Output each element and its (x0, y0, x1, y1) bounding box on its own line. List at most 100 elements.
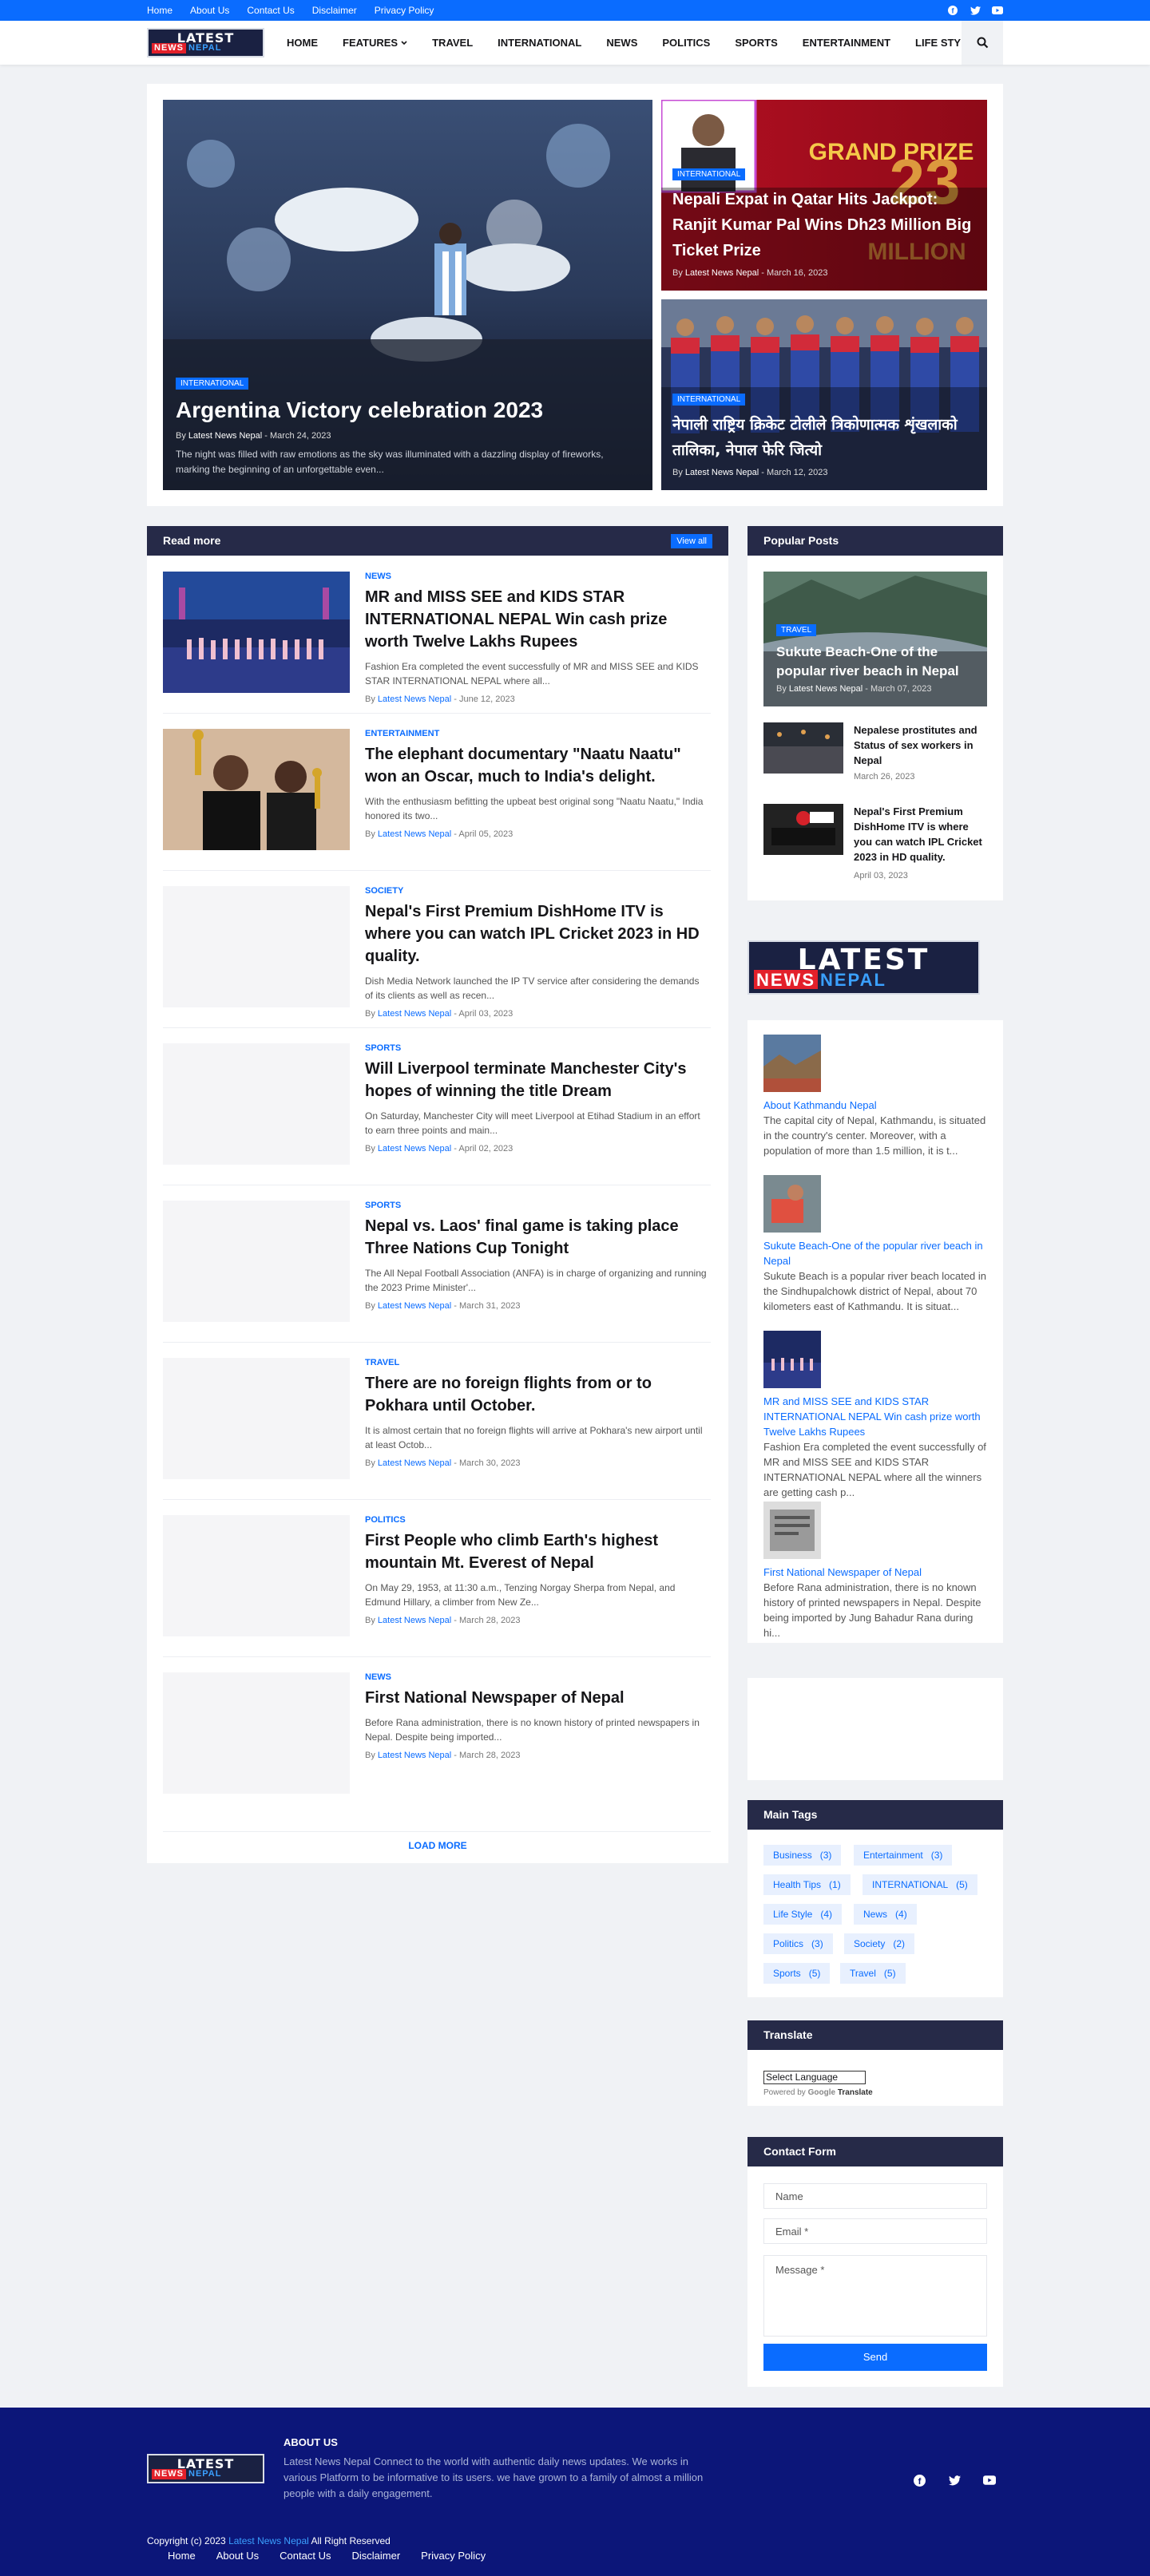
copyright-brand[interactable]: Latest News Nepal (228, 2535, 309, 2546)
popular-item-thumbnail[interactable] (763, 804, 843, 855)
hero-side-2-author[interactable]: Latest News Nepal (685, 468, 759, 477)
featured-item-thumbnail[interactable] (763, 1035, 821, 1092)
send-button[interactable]: Send (763, 2344, 987, 2371)
popular-item-thumbnail[interactable] (763, 722, 843, 774)
featured-item[interactable]: First National Newspaper of Nepal Before… (763, 1502, 987, 1640)
featured-item-title[interactable]: First National Newspaper of Nepal (763, 1565, 987, 1580)
article-author[interactable]: Latest News Nepal (378, 1009, 451, 1019)
tag-health-tips[interactable]: Health Tips (1) (763, 1874, 851, 1895)
hero-main-title[interactable]: Argentina Victory celebration 2023 (176, 396, 640, 425)
search-button[interactable] (962, 21, 1003, 65)
youtube-icon[interactable] (992, 5, 1003, 16)
facebook-icon[interactable]: f (947, 5, 958, 16)
hero-main-author[interactable]: Latest News Nepal (188, 431, 262, 441)
article-category[interactable]: SPORTS (365, 1043, 708, 1053)
article-thumbnail[interactable] (163, 572, 350, 693)
article-title[interactable]: The elephant documentary "Naatu Naatu" w… (365, 743, 708, 788)
twitter-icon[interactable] (970, 5, 981, 16)
hero-side-1-tag[interactable]: INTERNATIONAL (672, 168, 746, 180)
featured-item[interactable]: MR and MISS SEE and KIDS STAR INTERNATIO… (763, 1331, 987, 1500)
article-title[interactable]: Nepal's First Premium DishHome ITV is wh… (365, 900, 708, 967)
footer-link-about[interactable]: About Us (216, 2550, 259, 2562)
article-author[interactable]: Latest News Nepal (378, 1751, 451, 1760)
tag-life-style[interactable]: Life Style (4) (763, 1904, 843, 1925)
tag-news[interactable]: News (4) (854, 1904, 917, 1925)
popular-feature[interactable]: TRAVEL Sukute Beach-One of the popular r… (763, 572, 987, 706)
article-title[interactable]: MR and MISS SEE and KIDS STAR INTERNATIO… (365, 586, 708, 653)
article-title[interactable]: Will Liverpool terminate Manchester City… (365, 1058, 708, 1102)
tag-international[interactable]: INTERNATIONAL (5) (862, 1874, 978, 1895)
tag-business[interactable]: Business (3) (763, 1845, 842, 1866)
hero-side-2-title[interactable]: नेपाली राष्ट्रिय क्रिकेट टोलीले त्रिकोणा… (672, 412, 980, 463)
article-title[interactable]: Nepal vs. Laos' final game is taking pla… (365, 1215, 708, 1260)
article-item[interactable]: SPORTS Nepal vs. Laos' final game is tak… (163, 1201, 711, 1322)
translate-link[interactable]: Translate (838, 2088, 873, 2097)
article-item[interactable]: POLITICS First People who climb Earth's … (163, 1515, 711, 1636)
featured-item-title[interactable]: MR and MISS SEE and KIDS STAR INTERNATIO… (763, 1394, 987, 1439)
featured-item-thumbnail[interactable] (763, 1331, 821, 1388)
article-category[interactable]: POLITICS (365, 1515, 708, 1525)
hero-side-1-author[interactable]: Latest News Nepal (685, 268, 759, 278)
footer-link-privacy[interactable]: Privacy Policy (421, 2550, 486, 2562)
popular-feature-title[interactable]: Sukute Beach-One of the popular river be… (776, 643, 976, 681)
nav-entertainment[interactable]: ENTERTAINMENT (803, 37, 890, 49)
article-item[interactable]: TRAVEL There are no foreign flights from… (163, 1358, 711, 1479)
language-select[interactable]: Select Language (763, 2071, 866, 2084)
tag-politics[interactable]: Politics (3) (763, 1933, 833, 1954)
view-all-button[interactable]: View all (671, 534, 712, 548)
nav-sports[interactable]: SPORTS (735, 37, 777, 49)
article-thumbnail[interactable] (163, 1043, 350, 1165)
popular-item-title[interactable]: Nepalese prostitutes and Status of sex w… (854, 722, 986, 768)
featured-item-title[interactable]: Sukute Beach-One of the popular river be… (763, 1238, 987, 1268)
tag-society[interactable]: Society (2) (844, 1933, 915, 1954)
featured-item[interactable]: Sukute Beach-One of the popular river be… (763, 1175, 987, 1314)
featured-item-thumbnail[interactable] (763, 1175, 821, 1233)
article-author[interactable]: Latest News Nepal (378, 1301, 451, 1311)
footer-link-contact[interactable]: Contact Us (280, 2550, 331, 2562)
article-thumbnail[interactable] (163, 1515, 350, 1636)
tag-entertainment[interactable]: Entertainment (3) (854, 1845, 953, 1866)
article-author[interactable]: Latest News Nepal (378, 829, 451, 839)
nav-news[interactable]: NEWS (606, 37, 637, 49)
nav-travel[interactable]: TRAVEL (432, 37, 473, 49)
article-author[interactable]: Latest News Nepal (378, 1458, 451, 1468)
load-more-button[interactable]: LOAD MORE (147, 1840, 728, 1851)
article-item[interactable]: SOCIETY Nepal's First Premium DishHome I… (163, 886, 711, 1019)
article-category[interactable]: ENTERTAINMENT (365, 729, 708, 738)
article-title[interactable]: There are no foreign flights from or to … (365, 1372, 708, 1417)
nav-home[interactable]: HOME (287, 37, 318, 49)
popular-item-title[interactable]: Nepal's First Premium DishHome ITV is wh… (854, 804, 986, 865)
nav-politics[interactable]: POLITICS (662, 37, 710, 49)
article-title[interactable]: First National Newspaper of Nepal (365, 1687, 708, 1709)
email-field[interactable]: Email * (763, 2218, 987, 2244)
nav-international[interactable]: INTERNATIONAL (498, 37, 581, 49)
tag-travel[interactable]: Travel (5) (840, 1963, 906, 1984)
article-item[interactable]: NEWS First National Newspaper of Nepal B… (163, 1672, 711, 1794)
hero-main-tag[interactable]: INTERNATIONAL (176, 378, 249, 390)
article-category[interactable]: SPORTS (365, 1201, 708, 1210)
tag-sports[interactable]: Sports (5) (763, 1963, 831, 1984)
footer-youtube-icon[interactable] (978, 2468, 1001, 2492)
hero-main[interactable]: INTERNATIONAL Argentina Victory celebrat… (163, 100, 652, 490)
article-author[interactable]: Latest News Nepal (378, 1616, 451, 1625)
top-link-contact[interactable]: Contact Us (247, 5, 294, 16)
top-link-about[interactable]: About Us (190, 5, 229, 16)
footer-facebook-icon[interactable]: f (907, 2468, 931, 2492)
article-thumbnail[interactable] (163, 1201, 350, 1322)
message-field[interactable]: Message * (763, 2255, 987, 2337)
name-field[interactable]: Name (763, 2183, 987, 2209)
article-item[interactable]: ENTERTAINMENT The elephant documentary "… (163, 729, 711, 850)
footer-twitter-icon[interactable] (942, 2468, 966, 2492)
article-category[interactable]: SOCIETY (365, 886, 708, 896)
article-thumbnail[interactable] (163, 886, 350, 1007)
hero-side-1[interactable]: GRAND PRIZE 23 MILLION INTERNATIONAL Nep… (661, 100, 987, 291)
article-item[interactable]: SPORTS Will Liverpool terminate Manchest… (163, 1043, 711, 1165)
popular-feature-tag[interactable]: TRAVEL (776, 624, 817, 636)
article-category[interactable]: TRAVEL (365, 1358, 708, 1367)
nav-features[interactable]: FEATURES (343, 37, 407, 49)
hero-side-2-tag[interactable]: INTERNATIONAL (672, 394, 746, 406)
footer-logo[interactable]: LATEST NEWS NEPAL (147, 2454, 264, 2483)
top-link-home[interactable]: Home (147, 5, 172, 16)
top-link-disclaimer[interactable]: Disclaimer (312, 5, 357, 16)
popular-item[interactable]: Nepal's First Premium DishHome ITV is wh… (763, 804, 987, 880)
